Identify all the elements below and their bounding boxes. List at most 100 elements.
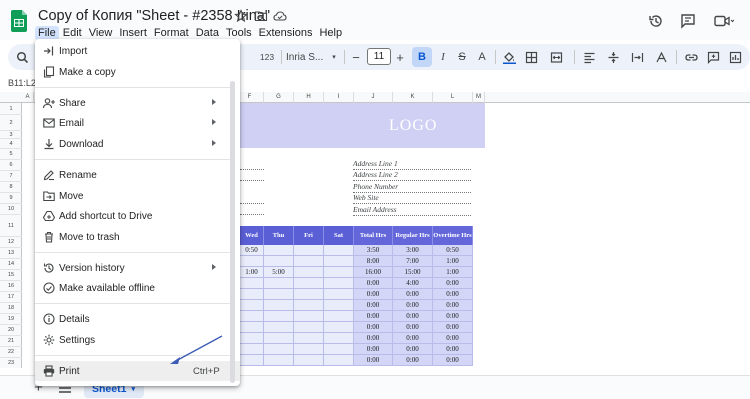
table-cell[interactable]: 0:00 — [354, 344, 393, 355]
row-header[interactable]: 1 — [0, 103, 22, 115]
table-header-cell[interactable]: Overtime Hrs — [433, 226, 473, 245]
table-header-cell[interactable]: Fri — [294, 226, 324, 245]
row-header[interactable]: 2 — [0, 115, 22, 131]
menu-edit[interactable]: Edit — [60, 26, 85, 40]
version-history-icon[interactable] — [648, 13, 664, 29]
menu-data[interactable]: Data — [193, 26, 222, 40]
table-cell[interactable] — [294, 278, 324, 289]
menu-format[interactable]: Format — [151, 26, 192, 40]
row-header[interactable]: 11 — [0, 215, 22, 237]
table-cell[interactable]: 0:00 — [354, 355, 393, 366]
table-cell[interactable] — [294, 344, 324, 355]
table-cell[interactable] — [240, 333, 264, 344]
table-cell[interactable] — [294, 256, 324, 267]
decrease-font-size-button[interactable]: − — [349, 44, 363, 70]
table-cell[interactable] — [294, 322, 324, 333]
table-cell[interactable]: 4:00 — [393, 278, 433, 289]
table-cell[interactable] — [240, 322, 264, 333]
table-cell[interactable] — [264, 278, 294, 289]
row-header[interactable]: 10 — [0, 204, 22, 215]
merge-cells-button[interactable] — [544, 44, 568, 70]
table-header-cell[interactable]: Sat — [324, 226, 354, 245]
menu-item-share[interactable]: Share — [35, 93, 240, 113]
bold-button[interactable]: B — [412, 47, 432, 67]
table-cell[interactable] — [324, 267, 354, 278]
row-header[interactable]: 14 — [0, 259, 22, 270]
column-header[interactable]: J — [354, 92, 393, 103]
table-cell[interactable]: 1:00 — [240, 267, 264, 278]
table-cell[interactable] — [324, 322, 354, 333]
row-header[interactable]: 5 — [0, 149, 22, 160]
increase-font-size-button[interactable]: + — [393, 44, 407, 70]
menu-item-version-history[interactable]: Version history — [35, 258, 240, 278]
column-header[interactable]: L — [433, 92, 473, 103]
table-cell[interactable]: 0:00 — [354, 311, 393, 322]
table-cell[interactable]: 16:00 — [354, 267, 393, 278]
table-cell[interactable] — [264, 311, 294, 322]
table-cell[interactable]: 0:00 — [354, 322, 393, 333]
table-cell[interactable]: 1:00 — [433, 256, 473, 267]
row-header[interactable]: 15 — [0, 270, 22, 281]
sheets-logo-icon[interactable] — [11, 10, 27, 32]
borders-button[interactable] — [522, 44, 540, 70]
table-cell[interactable]: 0:00 — [354, 289, 393, 300]
row-header[interactable]: 8 — [0, 182, 22, 193]
column-header[interactable]: M — [473, 92, 485, 103]
search-menus-button[interactable] — [12, 44, 32, 70]
insert-comment-button[interactable] — [704, 44, 722, 70]
menu-item-rename[interactable]: Rename — [35, 165, 240, 185]
font-family-select[interactable]: Inria S... — [286, 44, 332, 70]
table-cell[interactable] — [264, 344, 294, 355]
row-header[interactable]: 17 — [0, 292, 22, 303]
table-cell[interactable]: 0:00 — [433, 322, 473, 333]
menu-file[interactable]: File — [35, 26, 59, 40]
column-header[interactable]: I — [324, 92, 354, 103]
table-cell[interactable]: 3:00 — [393, 245, 433, 256]
table-cell[interactable]: 0:00 — [433, 333, 473, 344]
table-cell[interactable] — [264, 322, 294, 333]
table-cell[interactable] — [264, 256, 294, 267]
table-header-cell[interactable]: Thu — [264, 226, 294, 245]
table-cell[interactable] — [324, 333, 354, 344]
table-cell[interactable]: 0:00 — [433, 289, 473, 300]
table-cell[interactable]: 0:00 — [354, 278, 393, 289]
row-header[interactable]: 6 — [0, 160, 22, 171]
vertical-align-button[interactable] — [602, 44, 624, 70]
strikethrough-button[interactable]: S — [454, 44, 470, 70]
table-cell[interactable] — [324, 300, 354, 311]
table-cell[interactable] — [324, 256, 354, 267]
table-cell[interactable] — [324, 278, 354, 289]
table-header-cell[interactable]: Total Hrs — [354, 226, 393, 245]
column-header[interactable]: H — [294, 92, 324, 103]
table-cell[interactable]: 15:00 — [393, 267, 433, 278]
table-cell[interactable]: 1:00 — [433, 267, 473, 278]
table-cell[interactable] — [294, 289, 324, 300]
table-cell[interactable] — [324, 355, 354, 366]
menu-item-add-shortcut[interactable]: Add shortcut to Drive — [35, 206, 240, 226]
table-cell[interactable] — [264, 355, 294, 366]
menu-item-move-to-trash[interactable]: Move to trash — [35, 227, 240, 247]
row-header[interactable]: 21 — [0, 336, 22, 347]
table-cell[interactable]: 0:00 — [393, 311, 433, 322]
cloud-status-icon[interactable] — [273, 9, 287, 23]
menu-scrollbar[interactable] — [230, 81, 235, 383]
move-folder-icon[interactable] — [254, 9, 268, 23]
table-cell[interactable]: 0:00 — [433, 355, 473, 366]
font-dropdown-arrow-icon[interactable]: ▾ — [330, 44, 338, 70]
table-cell[interactable] — [324, 311, 354, 322]
menu-item-import[interactable]: Import — [35, 41, 240, 61]
text-wrapping-button[interactable] — [626, 44, 648, 70]
more-formats-button[interactable]: 123 — [257, 44, 277, 70]
table-cell[interactable]: 7:00 — [393, 256, 433, 267]
table-cell[interactable] — [240, 311, 264, 322]
table-cell[interactable] — [264, 333, 294, 344]
italic-button[interactable]: I — [435, 44, 451, 70]
table-cell[interactable]: 0:00 — [433, 278, 473, 289]
table-cell[interactable] — [240, 278, 264, 289]
table-cell[interactable]: 0:00 — [433, 344, 473, 355]
table-cell[interactable] — [240, 289, 264, 300]
table-cell[interactable] — [324, 289, 354, 300]
column-header[interactable]: K — [393, 92, 433, 103]
table-cell[interactable] — [294, 333, 324, 344]
fill-color-button[interactable] — [500, 44, 518, 70]
